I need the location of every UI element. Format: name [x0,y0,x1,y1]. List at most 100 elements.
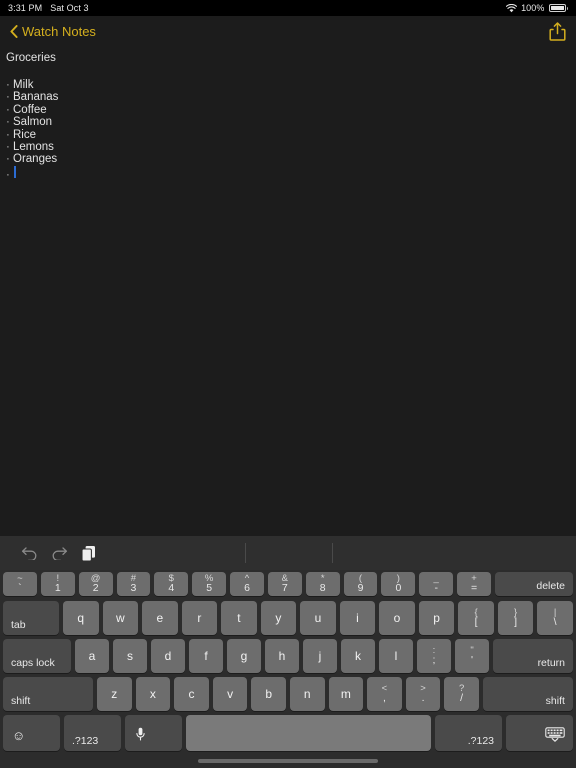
undo-icon[interactable] [14,540,44,566]
key-label: p [433,611,440,625]
numeric-left-key[interactable]: .?123 [64,715,121,751]
emoji-key[interactable]: ☺ [3,715,60,751]
key-label: m [340,687,351,701]
key-g[interactable]: g [227,639,261,673]
key-j[interactable]: j [303,639,337,673]
key-bottom-label: 7 [281,582,288,595]
key-u[interactable]: u [300,601,336,635]
note-bullet-item[interactable]: · Coffee [6,104,570,116]
keyboard-dismiss-icon [545,727,565,745]
key-x[interactable]: x [135,677,171,711]
note-bullet-item[interactable]: · [6,165,570,181]
note-bullet-item[interactable]: · Salmon [6,116,570,128]
microphone-key[interactable] [125,715,182,751]
key-label: x [149,687,156,701]
key-f[interactable]: f [189,639,223,673]
key-s[interactable]: s [113,639,147,673]
paste-icon[interactable] [74,540,104,566]
key-v[interactable]: v [212,677,248,711]
key-0-)[interactable]: ) 0 [381,572,416,596]
key-label: a [88,649,96,663]
key-m[interactable]: m [328,677,364,711]
onscreen-keyboard: ~ `! 1 @2 #3 $4% 5 ^ 6 & 7 * 8(9) 0 _ - + = delete tab q w e r… [0,536,576,768]
key-p[interactable]: p [418,601,455,635]
key-bottom-label: = [470,582,478,595]
key-/-?[interactable]: ? / [444,677,479,711]
keyboard-dismiss-key[interactable] [506,715,573,751]
key-return[interactable]: return [493,639,573,673]
key-bottom-label: ' [470,654,473,667]
key-`-~[interactable]: ~ ` [3,572,37,596]
key-tab[interactable]: tab [3,601,59,635]
key-n[interactable]: n [289,677,325,711]
key-.->[interactable]: >. [405,677,441,711]
note-bullet-text: Bananas [13,91,59,104]
key-label: tab [11,619,26,631]
key-'-"[interactable]: " ' [455,639,489,673]
key-i[interactable]: i [339,601,376,635]
key-bottom-label: 8 [319,582,326,595]
note-editor[interactable]: Groceries · Milk · Bananas · Coffee · Salmon · Ri… [0,46,576,536]
key-d[interactable]: d [151,639,185,673]
note-bullet-item[interactable]: · Lemons [6,141,570,153]
key-o[interactable]: o [379,601,415,635]
key-\-|[interactable]: | \ [537,601,573,635]
key-k[interactable]: k [341,639,375,673]
key-caps-lock[interactable]: caps lock [3,639,71,673]
home-indicator [198,759,378,763]
key-q[interactable]: q [63,601,99,635]
key-]-}[interactable]: }] [497,601,534,635]
numeric-right-key[interactable]: .?123 [435,715,502,751]
redo-icon[interactable] [44,540,74,566]
status-date: Sat Oct 3 [50,3,89,13]
share-icon[interactable] [549,21,566,41]
key-t[interactable]: t [221,601,257,635]
key-a[interactable]: a [75,639,109,673]
key-[-{[interactable]: {[ [458,601,494,635]
key-bottom-label: ; [432,654,436,667]
note-bullet-item[interactable]: · Rice [6,129,570,141]
note-bullet-item[interactable]: · Bananas [6,91,570,103]
key-z[interactable]: z [97,677,132,711]
key-l[interactable]: l [379,639,413,673]
back-button[interactable]: Watch Notes [10,24,96,39]
status-bar-left: 3:31 PM Sat Oct 3 [8,3,89,13]
key-w[interactable]: w [102,601,139,635]
bullet-marker: · [6,91,10,104]
key-5-%[interactable]: % 5 [192,572,227,596]
key-2-@[interactable]: @2 [78,572,113,596]
key-delete[interactable]: delete [494,572,573,596]
note-bullet-list[interactable]: · Milk · Bananas · Coffee · Salmon · Rice · Lemons ·… [6,79,570,181]
key-6-^[interactable]: ^ 6 [230,572,264,596]
key-9-([interactable]: (9 [343,572,378,596]
key-e[interactable]: e [142,601,178,635]
space-key[interactable] [186,715,431,751]
key-,-<[interactable]: <, [367,677,402,711]
key-h[interactable]: h [265,639,299,673]
key-bottom-label: 2 [92,582,99,595]
key-r[interactable]: r [181,601,218,635]
key-label: caps lock [11,657,55,669]
key-label: r [197,611,202,625]
key-y[interactable]: y [260,601,297,635]
key-label: t [237,611,241,625]
key-label: f [204,649,208,663]
key-c[interactable]: c [174,677,209,711]
note-bullet-item[interactable]: · Milk [6,79,570,91]
key-7-&[interactable]: & 7 [267,572,302,596]
key-8-*[interactable]: * 8 [305,572,340,596]
key-4-$[interactable]: $4 [154,572,189,596]
numeric-right-key-label: .?123 [467,735,494,747]
key-bottom-label: ` [18,582,22,595]
note-bullet-item[interactable]: · Oranges [6,153,570,165]
key-shift[interactable]: shift [482,677,573,711]
key-bottom-label: . [421,692,425,705]
key-3-#[interactable]: #3 [116,572,151,596]
key-b[interactable]: b [251,677,286,711]
key---_[interactable]: _ - [419,572,454,596]
key-1-![interactable]: ! 1 [40,572,75,596]
key-shift[interactable]: shift [3,677,93,711]
key-;-:[interactable]: :; [417,639,451,673]
key-bottom-label: 5 [206,582,213,595]
key-=-+[interactable]: + = [457,572,491,596]
